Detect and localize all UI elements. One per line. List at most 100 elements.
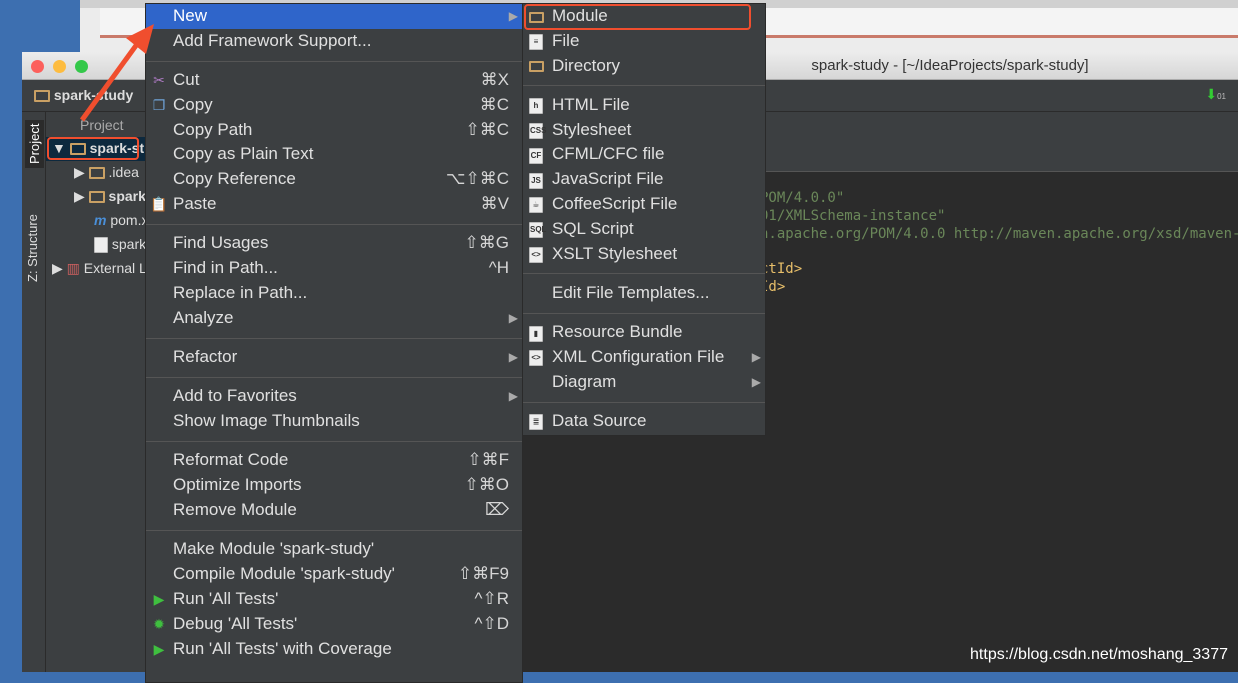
tab-structure[interactable]: Z: Structure	[25, 214, 40, 282]
menu-item-label: Remove Module	[173, 500, 297, 520]
menu-item-label: Run 'All Tests' with Coverage	[173, 638, 392, 658]
menu-item-label: Compile Module 'spark-study'	[173, 564, 395, 584]
menu-item-make-module-spark-study[interactable]: Make Module 'spark-study'	[146, 537, 522, 562]
submenu-item-xml-configuration-file[interactable]: <> XML Configuration File ▶	[523, 345, 765, 370]
menu-item-new[interactable]: New ▶	[146, 4, 522, 29]
menu-item-label: Resource Bundle	[552, 322, 683, 342]
submenu-arrow-icon: ▶	[751, 374, 761, 389]
shortcut-label: ⇧⌘F	[467, 450, 509, 470]
submenu-item-html-file[interactable]: h HTML File	[523, 93, 765, 118]
file-icon	[94, 237, 108, 254]
js-file-icon: JS	[526, 167, 546, 192]
html-file-icon: h	[526, 93, 546, 118]
shortcut-label: ^⇧R	[474, 588, 510, 608]
menu-separator	[523, 395, 765, 410]
submenu-item-coffeescript-file[interactable]: ☕ CoffeeScript File	[523, 192, 765, 217]
annotation-box-project	[47, 137, 139, 160]
module-folder-icon	[34, 90, 50, 103]
submenu-item-stylesheet[interactable]: CSS Stylesheet	[523, 118, 765, 143]
tab-project[interactable]: Project	[25, 119, 44, 168]
menu-item-debug-all-tests[interactable]: ✹ Debug 'All Tests' ^⇧D	[146, 612, 522, 637]
menu-separator	[146, 434, 522, 449]
menu-separator	[523, 266, 765, 281]
menu-item-label: Add to Favorites	[173, 386, 297, 406]
menu-item-label: Copy	[173, 94, 213, 114]
menu-item-label: Paste	[173, 194, 217, 214]
shortcut-label: ⇧⌘C	[465, 119, 509, 139]
menu-item-label: CFML/CFC file	[552, 144, 665, 164]
menu-item-label: Copy as Plain Text	[173, 144, 314, 164]
submenu-item-file[interactable]: ≡ File	[523, 29, 765, 54]
shortcut-label: ⌥⇧⌘C	[445, 169, 509, 189]
submenu-item-data-source[interactable]: ≣ Data Source	[523, 409, 765, 434]
menu-item-label: Debug 'All Tests'	[173, 613, 298, 633]
menu-item-label: CoffeeScript File	[552, 194, 678, 214]
binary-download-icon[interactable]: ⬇01	[1205, 86, 1226, 103]
shortcut-label: ⌦	[484, 500, 509, 520]
menu-item-label: Data Source	[552, 411, 647, 431]
submenu-item-directory[interactable]: Directory	[523, 54, 765, 79]
menu-item-label: Cut	[173, 70, 200, 90]
menu-item-show-image-thumbnails[interactable]: Show Image Thumbnails	[146, 409, 522, 434]
menu-item-replace-in-path[interactable]: Replace in Path...	[146, 281, 522, 306]
menu-item-find-in-path[interactable]: Find in Path... ^H	[146, 256, 522, 281]
menu-item-label: Directory	[552, 55, 621, 75]
watermark: https://blog.csdn.net/moshang_3377	[970, 646, 1228, 663]
shortcut-label: ⌘V	[480, 194, 509, 214]
shortcut-label: ⌘C	[479, 94, 509, 114]
resource-bundle-icon: ▮	[526, 320, 546, 345]
menu-item-compile-module-spark-study[interactable]: Compile Module 'spark-study' ⇧⌘F9	[146, 562, 522, 587]
submenu-item-edit-file-templates[interactable]: Edit File Templates...	[523, 281, 765, 306]
menu-item-reformat-code[interactable]: Reformat Code ⇧⌘F	[146, 448, 522, 473]
shortcut-label: ⇧⌘F9	[457, 564, 509, 584]
menu-item-add-framework-support[interactable]: Add Framework Support...	[146, 29, 522, 54]
menu-item-label: Diagram	[552, 371, 617, 391]
menu-separator	[146, 217, 522, 232]
menu-item-label: Make Module 'spark-study'	[173, 539, 375, 559]
menu-item-label: Edit File Templates...	[552, 282, 710, 302]
menu-item-label: SQL Script	[552, 218, 634, 238]
menu-item-run-all-tests[interactable]: ▶ Run 'All Tests' ^⇧R	[146, 587, 522, 612]
menu-item-label: XML Configuration File	[552, 347, 725, 367]
shortcut-label: ^⇧D	[474, 613, 510, 633]
paste-icon: 📋	[150, 196, 168, 213]
code-line: 01/XMLSchema-instance"	[760, 208, 946, 224]
debug-icon: ✹	[153, 615, 165, 632]
menu-item-add-to-favorites[interactable]: Add to Favorites ▶	[146, 384, 522, 409]
menu-separator	[523, 78, 765, 93]
menu-item-label: Add Framework Support...	[173, 30, 372, 50]
menu-item-label: Replace in Path...	[173, 282, 308, 302]
menu-item-remove-module[interactable]: Remove Module ⌦	[146, 498, 522, 523]
menu-separator	[146, 523, 522, 538]
database-icon: ≣	[526, 409, 546, 434]
xml-file-icon: <>	[526, 345, 546, 370]
menu-item-copy-path[interactable]: Copy Path ⇧⌘C	[146, 118, 522, 143]
menu-item-analyze[interactable]: Analyze ▶	[146, 306, 522, 331]
menu-item-cut[interactable]: ✂ Cut ⌘X	[146, 68, 522, 93]
menu-item-label: Refactor	[173, 347, 238, 367]
menu-item-label: Optimize Imports	[173, 475, 302, 495]
submenu-arrow-icon: ▶	[508, 350, 518, 365]
coverage-icon: ▶	[153, 640, 165, 657]
sql-file-icon: SQL	[526, 217, 546, 242]
menu-item-optimize-imports[interactable]: Optimize Imports ⇧⌘O	[146, 473, 522, 498]
menu-item-find-usages[interactable]: Find Usages ⇧⌘G	[146, 231, 522, 256]
submenu-item-javascript-file[interactable]: JS JavaScript File	[523, 167, 765, 192]
submenu-item-sql-script[interactable]: SQL SQL Script	[523, 217, 765, 242]
menu-item-paste[interactable]: 📋 Paste ⌘V	[146, 192, 522, 217]
menu-item-copy[interactable]: ❐ Copy ⌘C	[146, 93, 522, 118]
submenu-item-cfml-cfc-file[interactable]: CF CFML/CFC file	[523, 142, 765, 167]
submenu-item-resource-bundle[interactable]: ▮ Resource Bundle	[523, 320, 765, 345]
css-file-icon: CSS	[526, 118, 546, 143]
submenu-item-diagram[interactable]: Diagram ▶	[523, 370, 765, 395]
menu-item-refactor[interactable]: Refactor ▶	[146, 345, 522, 370]
menu-item-label: HTML File	[552, 94, 630, 114]
submenu-item-xslt-stylesheet[interactable]: <> XSLT Stylesheet	[523, 242, 765, 267]
menu-item-label: Run 'All Tests'	[173, 588, 279, 608]
menu-item-run-all-tests-with-coverage[interactable]: ▶ Run 'All Tests' with Coverage	[146, 637, 522, 662]
tree-item-idea[interactable]: ▶ .idea	[74, 164, 139, 181]
menu-item-label: Stylesheet	[552, 119, 632, 139]
menu-item-copy-reference[interactable]: Copy Reference ⌥⇧⌘C	[146, 167, 522, 192]
menu-item-copy-as-plain-text[interactable]: Copy as Plain Text	[146, 142, 522, 167]
left-tool-strip: Project Z: Structure	[22, 112, 46, 672]
